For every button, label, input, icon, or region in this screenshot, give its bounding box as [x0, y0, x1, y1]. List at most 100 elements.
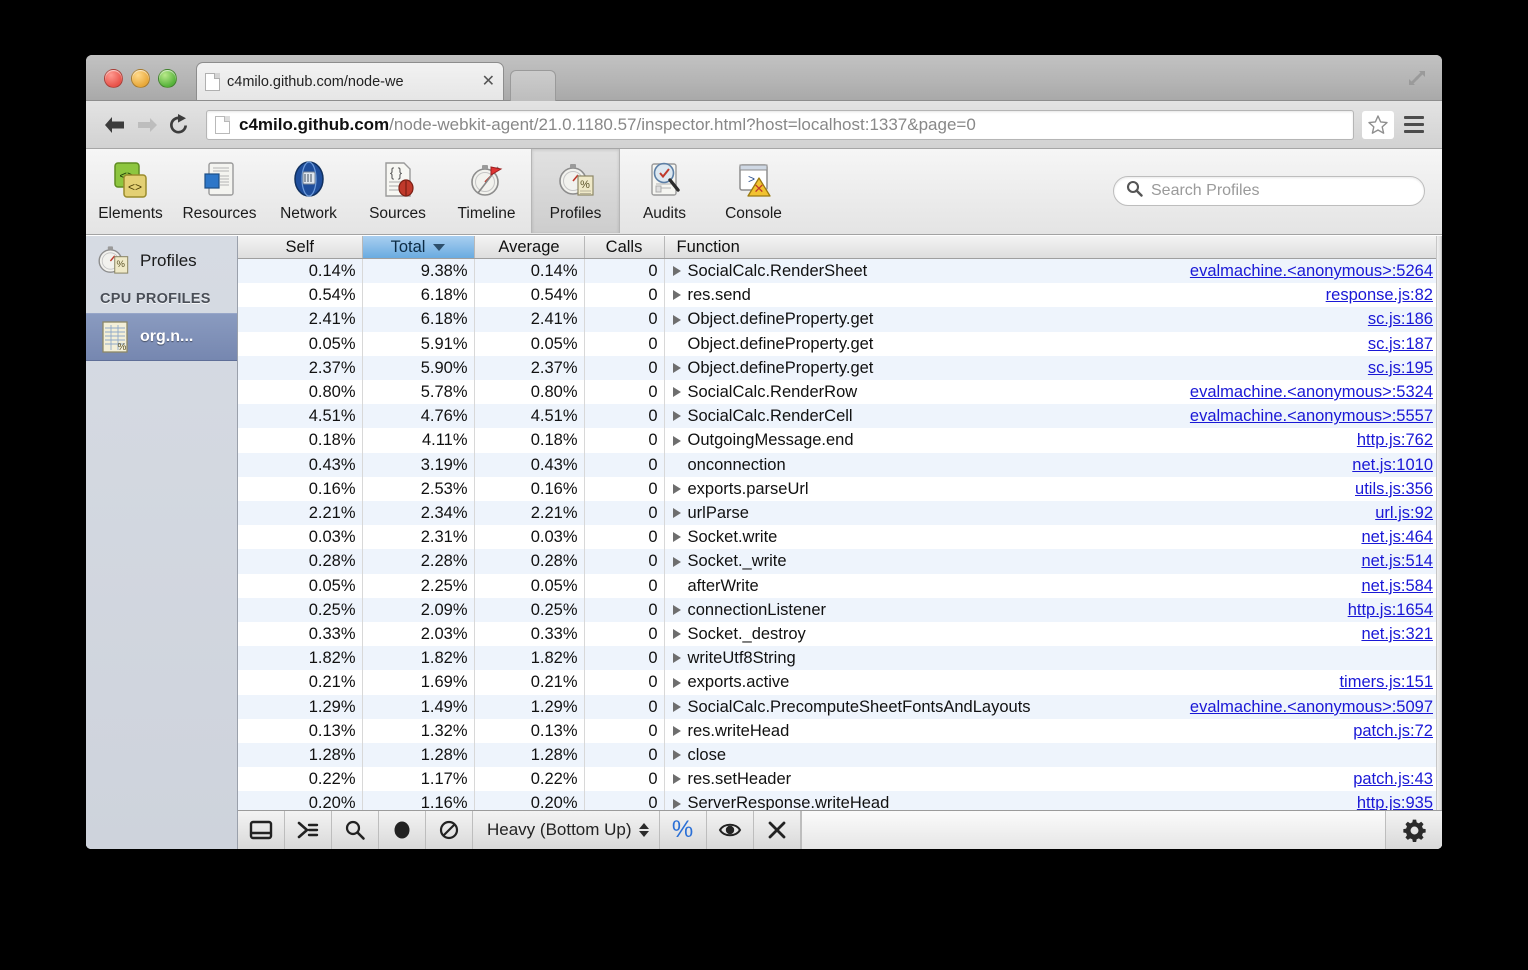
console-prompt-icon[interactable]	[285, 811, 332, 849]
exclude-button[interactable]	[754, 811, 801, 849]
reload-icon[interactable]	[164, 110, 194, 140]
url-input[interactable]: c4milo.github.com/node-webkit-agent/21.0…	[206, 110, 1354, 140]
panel-resources[interactable]: Resources	[175, 149, 264, 233]
magnifier-icon[interactable]	[332, 811, 379, 849]
vertical-scrollbar[interactable]	[1436, 236, 1441, 810]
table-row[interactable]: 0.03%2.31%0.03%0Socket.writenet.js:464	[238, 525, 1441, 549]
table-row[interactable]: 0.80%5.78%0.80%0SocialCalc.RenderRoweval…	[238, 380, 1441, 404]
focus-button[interactable]	[707, 811, 754, 849]
toggle-drawer-button[interactable]	[238, 811, 285, 849]
expand-triangle-icon[interactable]	[673, 726, 681, 736]
expand-triangle-icon[interactable]	[673, 750, 681, 760]
table-row[interactable]: 0.18%4.11%0.18%0OutgoingMessage.endhttp.…	[238, 428, 1441, 452]
close-window-button[interactable]	[104, 69, 123, 88]
expand-triangle-icon[interactable]	[673, 605, 681, 615]
table-row[interactable]: 0.33%2.03%0.33%0Socket._destroynet.js:32…	[238, 622, 1441, 646]
panel-console[interactable]: >_ ✕ Console	[709, 149, 798, 233]
source-link[interactable]: patch.js:72	[789, 719, 1435, 743]
back-icon[interactable]	[100, 110, 130, 140]
expand-triangle-icon[interactable]	[673, 266, 681, 276]
source-link[interactable]: url.js:92	[749, 501, 1435, 525]
close-icon[interactable]: ✕	[482, 74, 495, 90]
source-link[interactable]: http.js:762	[854, 428, 1435, 452]
source-link[interactable]: response.js:82	[751, 283, 1435, 307]
table-row[interactable]: 2.37%5.90%2.37%0Object.defineProperty.ge…	[238, 356, 1441, 380]
source-link[interactable]: http.js:1654	[826, 598, 1435, 622]
panel-sources[interactable]: { } Sources	[353, 149, 442, 233]
forward-icon[interactable]	[132, 110, 162, 140]
table-row[interactable]: 0.14%9.38%0.14%0SocialCalc.RenderSheetev…	[238, 259, 1441, 284]
expand-triangle-icon[interactable]	[673, 436, 681, 446]
source-link[interactable]: sc.js:195	[873, 356, 1435, 380]
browser-tab[interactable]: c4milo.github.com/node-we ✕	[196, 62, 504, 100]
source-link[interactable]: net.js:321	[806, 622, 1435, 646]
source-link[interactable]: evalmachine.<anonymous>:5557	[853, 404, 1435, 428]
settings-button[interactable]	[1385, 811, 1442, 849]
table-row[interactable]: 0.22%1.17%0.22%0res.setHeaderpatch.js:43	[238, 767, 1441, 791]
panel-elements[interactable]: <> <> Elements	[86, 149, 175, 233]
browser-menu-icon[interactable]	[1400, 111, 1428, 139]
source-link[interactable]: http.js:935	[889, 791, 1435, 810]
expand-triangle-icon[interactable]	[673, 363, 681, 373]
percent-toggle-button[interactable]: %	[660, 811, 707, 849]
table-row[interactable]: 1.29%1.49%1.29%0SocialCalc.PrecomputeShe…	[238, 695, 1441, 719]
minimize-window-button[interactable]	[131, 69, 150, 88]
expand-triangle-icon[interactable]	[673, 774, 681, 784]
source-link[interactable]: sc.js:186	[873, 307, 1435, 331]
zoom-window-button[interactable]	[158, 69, 177, 88]
source-link[interactable]: evalmachine.<anonymous>:5264	[867, 259, 1435, 283]
expand-triangle-icon[interactable]	[673, 653, 681, 663]
expand-triangle-icon[interactable]	[673, 508, 681, 518]
table-row[interactable]: 0.28%2.28%0.28%0Socket._writenet.js:514	[238, 549, 1441, 573]
panel-profiles[interactable]: % Profiles	[531, 149, 620, 233]
search-profiles-input[interactable]: Search Profiles	[1113, 176, 1425, 206]
profile-grid-scroll[interactable]: Self Total Average Calls Function 0.14%9…	[238, 236, 1442, 810]
column-header-function[interactable]: Function	[664, 236, 1441, 259]
source-link[interactable]: evalmachine.<anonymous>:5324	[857, 380, 1435, 404]
panel-audits[interactable]: Audits	[620, 149, 709, 233]
sidebar-item-cpu-profile[interactable]: % org.n...	[86, 313, 237, 361]
record-button[interactable]	[379, 811, 426, 849]
column-header-self[interactable]: Self	[238, 236, 362, 259]
table-row[interactable]: 0.05%5.91%0.05%0Object.defineProperty.ge…	[238, 332, 1441, 356]
expand-triangle-icon[interactable]	[673, 484, 681, 494]
expand-triangle-icon[interactable]	[673, 387, 681, 397]
table-row[interactable]: 1.82%1.82%1.82%0writeUtf8String	[238, 646, 1441, 670]
panel-network[interactable]: Network	[264, 149, 353, 233]
source-link[interactable]: net.js:1010	[786, 453, 1435, 477]
expand-triangle-icon[interactable]	[673, 702, 681, 712]
table-row[interactable]: 0.43%3.19%0.43%0onconnectionnet.js:1010	[238, 453, 1441, 477]
column-header-average[interactable]: Average	[474, 236, 584, 259]
table-row[interactable]: 1.28%1.28%1.28%0close	[238, 743, 1441, 767]
source-link[interactable]: net.js:514	[787, 549, 1435, 573]
panel-timeline[interactable]: Timeline	[442, 149, 531, 233]
expand-triangle-icon[interactable]	[673, 799, 681, 809]
expand-triangle-icon[interactable]	[673, 532, 681, 542]
table-row[interactable]: 0.13%1.32%0.13%0res.writeHeadpatch.js:72	[238, 719, 1441, 743]
bookmark-star-icon[interactable]	[1362, 111, 1394, 139]
column-header-calls[interactable]: Calls	[584, 236, 664, 259]
source-link[interactable]: net.js:584	[759, 574, 1435, 598]
fullscreen-icon[interactable]	[1406, 67, 1428, 89]
source-link[interactable]: timers.js:151	[789, 670, 1435, 694]
expand-triangle-icon[interactable]	[673, 411, 681, 421]
new-tab-button[interactable]	[510, 70, 556, 101]
expand-triangle-icon[interactable]	[673, 678, 681, 688]
source-link[interactable]: utils.js:356	[809, 477, 1435, 501]
table-row[interactable]: 0.20%1.16%0.20%0ServerResponse.writeHead…	[238, 791, 1441, 810]
table-row[interactable]: 0.25%2.09%0.25%0connectionListenerhttp.j…	[238, 598, 1441, 622]
column-header-total[interactable]: Total	[362, 236, 474, 259]
view-mode-select[interactable]: Heavy (Bottom Up)	[473, 811, 660, 849]
expand-triangle-icon[interactable]	[673, 629, 681, 639]
table-row[interactable]: 0.21%1.69%0.21%0exports.activetimers.js:…	[238, 670, 1441, 694]
table-row[interactable]: 2.41%6.18%2.41%0Object.defineProperty.ge…	[238, 307, 1441, 331]
table-row[interactable]: 2.21%2.34%2.21%0urlParseurl.js:92	[238, 501, 1441, 525]
table-row[interactable]: 0.54%6.18%0.54%0res.sendresponse.js:82	[238, 283, 1441, 307]
clear-button[interactable]	[426, 811, 473, 849]
source-link[interactable]: evalmachine.<anonymous>:5097	[1031, 695, 1435, 719]
expand-triangle-icon[interactable]	[673, 290, 681, 300]
source-link[interactable]: net.js:464	[777, 525, 1435, 549]
expand-triangle-icon[interactable]	[673, 557, 681, 567]
table-row[interactable]: 4.51%4.76%4.51%0SocialCalc.RenderCelleva…	[238, 404, 1441, 428]
table-row[interactable]: 0.05%2.25%0.05%0afterWritenet.js:584	[238, 574, 1441, 598]
